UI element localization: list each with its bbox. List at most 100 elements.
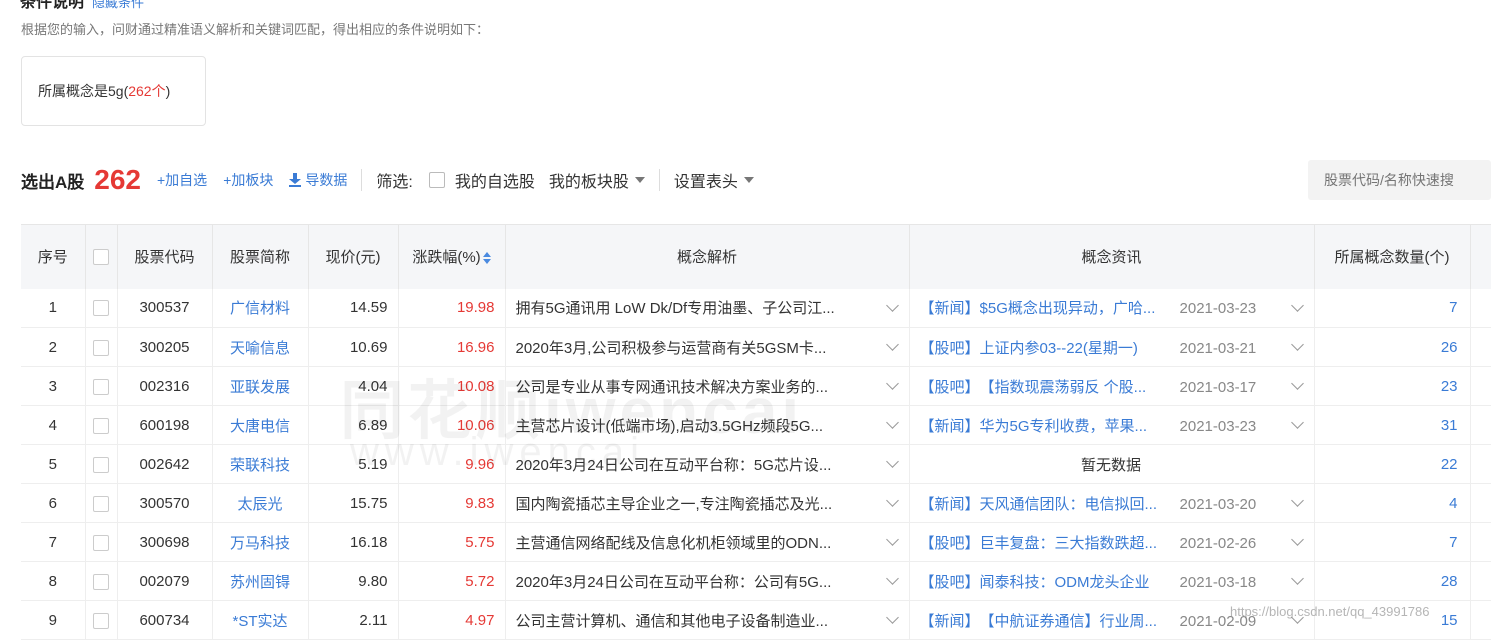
news-source[interactable]: 【新闻】: [920, 496, 980, 513]
chevron-down-icon[interactable]: [885, 338, 899, 351]
concept-count-link[interactable]: 4: [1314, 483, 1471, 523]
news-title-link[interactable]: 巨丰复盘：三大指数跌超...: [980, 532, 1174, 553]
export-button[interactable]: 导数据: [289, 170, 347, 190]
my-watchlist-label[interactable]: 我的自选股: [455, 168, 535, 192]
concept-news-cell[interactable]: 【股吧】巨丰复盘：三大指数跌超... 2021-02-26: [909, 522, 1315, 562]
col-code[interactable]: 股票代码: [117, 224, 213, 289]
concept-count-link[interactable]: 7: [1314, 522, 1471, 562]
table-row[interactable]: 9 600734 *ST实达 2.11 4.97 公司主营计算机、通信和其他电子设备制造业…: [21, 600, 1491, 640]
concept-count-link[interactable]: 23: [1314, 366, 1471, 406]
concept-news-cell[interactable]: 【新闻】$5G概念出现异动，广哈... 2021-03-23: [909, 288, 1315, 328]
stock-name-link[interactable]: 天喻信息: [212, 327, 309, 367]
concept-count-link[interactable]: 31: [1314, 405, 1471, 445]
row-select[interactable]: [85, 405, 118, 445]
concept-news-cell[interactable]: 【新闻】【中航证券通信】行业周... 2021-02-09: [909, 600, 1315, 640]
news-source[interactable]: 【新闻】: [920, 300, 980, 317]
row-select[interactable]: [85, 327, 118, 367]
stock-name-link[interactable]: 亚联发展: [212, 366, 309, 406]
row-select[interactable]: [85, 366, 118, 406]
row-checkbox[interactable]: [93, 495, 109, 512]
hide-condition-link[interactable]: 隐藏条件: [92, 0, 144, 10]
chevron-down-icon[interactable]: [1290, 494, 1304, 507]
stock-name-link[interactable]: 太辰光: [212, 483, 309, 523]
row-checkbox[interactable]: [93, 378, 109, 395]
add-watchlist-button[interactable]: +加自选: [157, 170, 207, 190]
chevron-down-icon[interactable]: [1290, 533, 1304, 546]
stock-name-link[interactable]: 大唐电信: [212, 405, 309, 445]
stock-search-input[interactable]: [1308, 160, 1491, 200]
concept-count-link[interactable]: 28: [1314, 561, 1471, 601]
table-row[interactable]: 4 600198 大唐电信 6.89 10.06 主营芯片设计(低端市场),启动3.5GH…: [21, 405, 1491, 445]
news-title-link[interactable]: 天风通信团队：电信拟回...: [980, 493, 1174, 514]
table-row[interactable]: 6 300570 太辰光 15.75 9.83 国内陶瓷插芯主导企业之一,专注陶瓷插芯及光…: [21, 483, 1491, 523]
col-change[interactable]: 涨跌幅(%): [398, 224, 506, 289]
my-watchlist-checkbox[interactable]: [428, 172, 445, 188]
concept-analysis-cell[interactable]: 公司主营计算机、通信和其他电子设备制造业...: [505, 600, 910, 640]
concept-count-link[interactable]: 22: [1314, 444, 1471, 484]
concept-news-cell[interactable]: 【股吧】上证内参03--22(星期一) 2021-03-21: [909, 327, 1315, 367]
row-checkbox[interactable]: [93, 417, 109, 434]
concept-analysis-cell[interactable]: 主营通信网络配线及信息化机柜领域里的ODN...: [505, 522, 910, 562]
concept-analysis-cell[interactable]: 2020年3月24日公司在互动平台称：5G芯片设...: [505, 444, 910, 484]
row-select[interactable]: [85, 444, 118, 484]
table-row[interactable]: 2 300205 天喻信息 10.69 16.96 2020年3月,公司积极参与运营商有关…: [21, 327, 1491, 367]
chevron-down-icon[interactable]: [885, 416, 899, 429]
concept-analysis-cell[interactable]: 主营芯片设计(低端市场),启动3.5GHz频段5G...: [505, 405, 910, 445]
news-title-link[interactable]: 【指数现震荡弱反 个股...: [980, 376, 1174, 397]
chevron-down-icon[interactable]: [1290, 416, 1304, 429]
chevron-down-icon[interactable]: [1290, 298, 1304, 312]
concept-count-link[interactable]: 15: [1314, 600, 1471, 640]
chevron-down-icon[interactable]: [1290, 377, 1304, 390]
stock-name-link[interactable]: 荣联科技: [212, 444, 309, 484]
concept-analysis-cell[interactable]: 2020年3月,公司积极参与运营商有关5GSM卡...: [505, 327, 910, 367]
concept-analysis-cell[interactable]: 2020年3月24日公司在互动平台称：公司有5G...: [505, 561, 910, 601]
stock-name-link[interactable]: 广信材料: [212, 288, 309, 328]
select-all-checkbox[interactable]: [93, 249, 109, 266]
chevron-down-icon[interactable]: [885, 494, 899, 507]
news-title-link[interactable]: 上证内参03--22(星期一): [980, 337, 1174, 358]
chevron-down-icon[interactable]: [1290, 338, 1304, 351]
table-row[interactable]: 8 002079 苏州固锝 9.80 5.72 2020年3月24日公司在互动平台称：公司…: [21, 561, 1491, 601]
row-checkbox[interactable]: [93, 339, 109, 356]
news-title-link[interactable]: 华为5G专利收费，苹果...: [980, 415, 1174, 436]
table-row[interactable]: 7 300698 万马科技 16.18 5.75 主营通信网络配线及信息化机柜领域里的OD…: [21, 522, 1491, 562]
row-checkbox[interactable]: [93, 573, 109, 590]
col-concept-count[interactable]: 所属概念数量(个): [1314, 224, 1471, 289]
condition-chip[interactable]: 所属概念是5g(262个): [21, 56, 206, 126]
col-select-all[interactable]: [85, 224, 118, 289]
row-select[interactable]: [85, 561, 118, 601]
sort-icon[interactable]: [482, 252, 491, 265]
chevron-down-icon[interactable]: [1290, 611, 1304, 624]
concept-news-cell[interactable]: 【新闻】天风通信团队：电信拟回... 2021-03-20: [909, 483, 1315, 523]
news-source[interactable]: 【股吧】: [920, 379, 980, 396]
chevron-down-icon[interactable]: [885, 298, 899, 312]
chevron-down-icon[interactable]: [885, 455, 899, 468]
set-header-dropdown[interactable]: 设置表头: [674, 168, 754, 192]
concept-analysis-cell[interactable]: 公司是专业从事专网通讯技术解决方案业务的...: [505, 366, 910, 406]
table-row[interactable]: 5 002642 荣联科技 5.19 9.96 2020年3月24日公司在互动平台称：5G…: [21, 444, 1491, 484]
news-title-link[interactable]: $5G概念出现异动，广哈...: [980, 297, 1174, 318]
row-checkbox[interactable]: [93, 300, 109, 317]
col-price[interactable]: 现价(元): [308, 224, 399, 289]
row-checkbox[interactable]: [93, 456, 109, 473]
news-title-link[interactable]: 【中航证券通信】行业周...: [980, 610, 1174, 631]
row-checkbox[interactable]: [93, 612, 109, 629]
col-name[interactable]: 股票简称: [212, 224, 309, 289]
chevron-down-icon[interactable]: [885, 611, 899, 624]
concept-count-link[interactable]: 7: [1314, 288, 1471, 328]
chevron-down-icon[interactable]: [1290, 572, 1304, 585]
my-sector-dropdown[interactable]: 我的板块股: [549, 168, 645, 192]
stock-name-link[interactable]: 万马科技: [212, 522, 309, 562]
concept-news-cell[interactable]: 【新闻】华为5G专利收费，苹果... 2021-03-23: [909, 405, 1315, 445]
news-source[interactable]: 【新闻】: [920, 418, 980, 435]
row-select[interactable]: [85, 522, 118, 562]
concept-analysis-cell[interactable]: 国内陶瓷插芯主导企业之一,专注陶瓷插芯及光...: [505, 483, 910, 523]
news-source[interactable]: 【股吧】: [920, 574, 980, 591]
add-sector-button[interactable]: +加板块: [223, 170, 273, 190]
chevron-down-icon[interactable]: [885, 533, 899, 546]
news-title-link[interactable]: 闻泰科技：ODM龙头企业: [980, 571, 1174, 592]
row-select[interactable]: [85, 483, 118, 523]
news-source[interactable]: 【新闻】: [920, 613, 980, 630]
concept-count-link[interactable]: 26: [1314, 327, 1471, 367]
table-row[interactable]: 1 300537 广信材料 14.59 19.98 拥有5G通讯用 LoW Dk/Df专用…: [21, 288, 1491, 328]
